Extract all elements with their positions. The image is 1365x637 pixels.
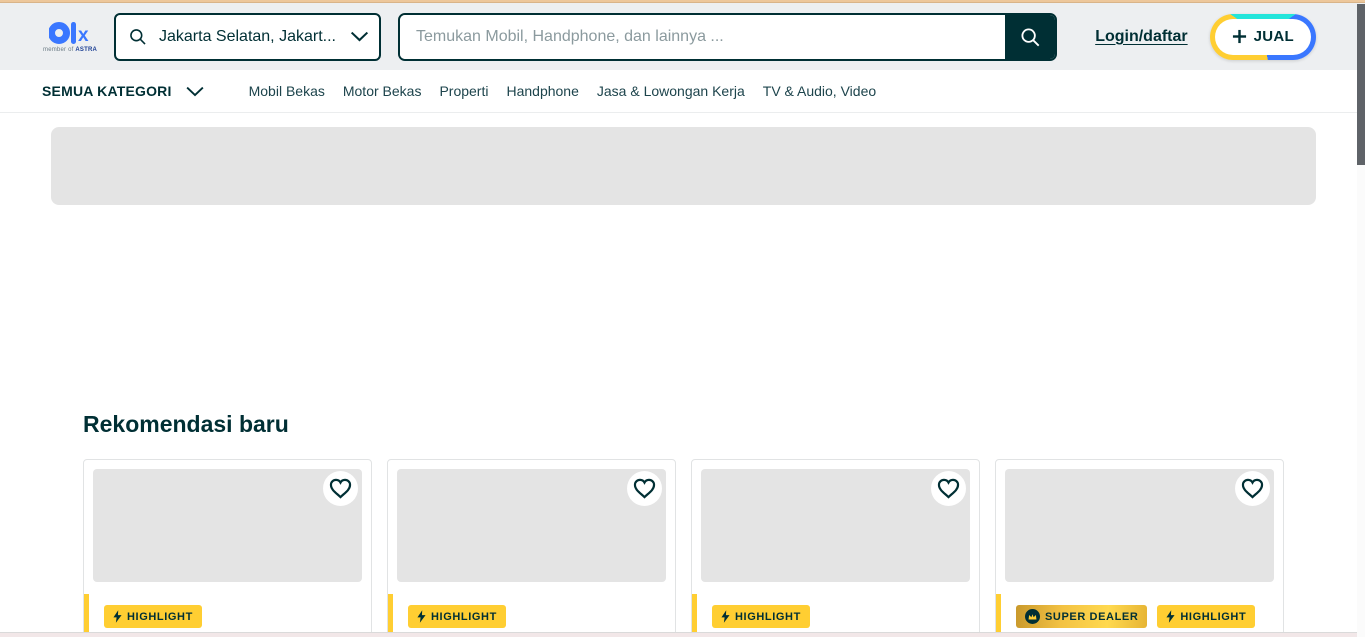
listing-card[interactable]: SUPER DEALER HIGHLIGHT: [995, 459, 1284, 637]
svg-text:x: x: [78, 25, 89, 46]
olx-logo[interactable]: x member of ASTRA: [48, 21, 92, 53]
badge-row: HIGHLIGHT: [408, 605, 675, 628]
highlight-stripe: [692, 594, 697, 637]
highlight-badge: HIGHLIGHT: [712, 605, 810, 628]
scrollbar-thumb[interactable]: [1357, 4, 1365, 165]
search-button[interactable]: [1005, 15, 1055, 59]
heart-icon: [633, 478, 656, 499]
heart-icon: [937, 478, 960, 499]
all-categories-menu[interactable]: SEMUA KATEGORI: [42, 83, 205, 99]
lightning-icon: [721, 610, 730, 623]
highlight-badge: HIGHLIGHT: [1157, 605, 1255, 628]
section-title: Rekomendasi baru: [83, 411, 1365, 438]
category-nav: SEMUA KATEGORI Mobil Bekas Motor Bekas P…: [0, 70, 1365, 113]
badge-row: SUPER DEALER HIGHLIGHT: [1016, 605, 1283, 628]
favorite-button[interactable]: [1235, 471, 1270, 506]
favorite-button[interactable]: [931, 471, 966, 506]
location-value: Jakarta Selatan, Jakart...: [159, 28, 342, 46]
heart-icon: [1241, 478, 1264, 499]
highlight-stripe: [996, 594, 1001, 637]
page-scrollbar[interactable]: [1357, 4, 1365, 637]
all-categories-label: SEMUA KATEGORI: [42, 83, 172, 99]
nav-item-mobil-bekas[interactable]: Mobil Bekas: [240, 83, 334, 99]
login-link[interactable]: Login/daftar: [1095, 28, 1187, 46]
nav-item-tv-audio-video[interactable]: TV & Audio, Video: [754, 83, 885, 99]
highlight-stripe: [388, 594, 393, 637]
listing-image-placeholder: [397, 469, 666, 582]
super-dealer-badge: SUPER DEALER: [1016, 605, 1147, 628]
olx-logo-icon: x: [49, 21, 91, 46]
highlight-stripe: [84, 594, 89, 637]
logo-tagline: member of ASTRA: [43, 47, 97, 53]
nav-item-jasa-lowongan-kerja[interactable]: Jasa & Lowongan Kerja: [588, 83, 754, 99]
search-bar: [398, 13, 1057, 61]
crown-icon: [1025, 609, 1040, 624]
favorite-button[interactable]: [323, 471, 358, 506]
sell-button[interactable]: JUAL: [1210, 14, 1316, 60]
listing-image-placeholder: [1005, 469, 1274, 582]
main-content: Rekomendasi baru HIGHLIGHT: [0, 127, 1365, 637]
highlight-badge: HIGHLIGHT: [408, 605, 506, 628]
nav-item-handphone[interactable]: Handphone: [497, 83, 587, 99]
banner-placeholder[interactable]: [51, 127, 1316, 205]
nav-item-motor-bekas[interactable]: Motor Bekas: [334, 83, 431, 99]
highlight-badge: HIGHLIGHT: [104, 605, 202, 628]
chevron-down-icon: [350, 31, 369, 42]
lightning-icon: [113, 610, 122, 623]
search-icon: [128, 27, 147, 46]
location-selector[interactable]: Jakarta Selatan, Jakart...: [114, 13, 381, 61]
lightning-icon: [1166, 610, 1175, 623]
badge-row: HIGHLIGHT: [712, 605, 979, 628]
listing-card[interactable]: HIGHLIGHT: [83, 459, 372, 637]
bottom-divider: [0, 632, 1365, 637]
header: x member of ASTRA Jakarta Selatan, Jakar…: [0, 3, 1365, 70]
listing-card[interactable]: HIGHLIGHT: [387, 459, 676, 637]
search-icon: [1019, 26, 1041, 48]
nav-item-properti[interactable]: Properti: [430, 83, 497, 99]
favorite-button[interactable]: [627, 471, 662, 506]
listing-image-placeholder: [701, 469, 970, 582]
lightning-icon: [417, 610, 426, 623]
heart-icon: [329, 478, 352, 499]
category-links: Mobil Bekas Motor Bekas Properti Handpho…: [240, 83, 886, 99]
badge-row: HIGHLIGHT: [104, 605, 371, 628]
search-input[interactable]: [400, 15, 1005, 59]
chevron-down-icon: [185, 86, 205, 97]
listing-card[interactable]: HIGHLIGHT: [691, 459, 980, 637]
plus-icon: [1232, 29, 1247, 44]
listing-image-placeholder: [93, 469, 362, 582]
sell-button-label: JUAL: [1254, 28, 1294, 45]
recommendation-cards: HIGHLIGHT HIGHLIGHT: [83, 459, 1365, 637]
